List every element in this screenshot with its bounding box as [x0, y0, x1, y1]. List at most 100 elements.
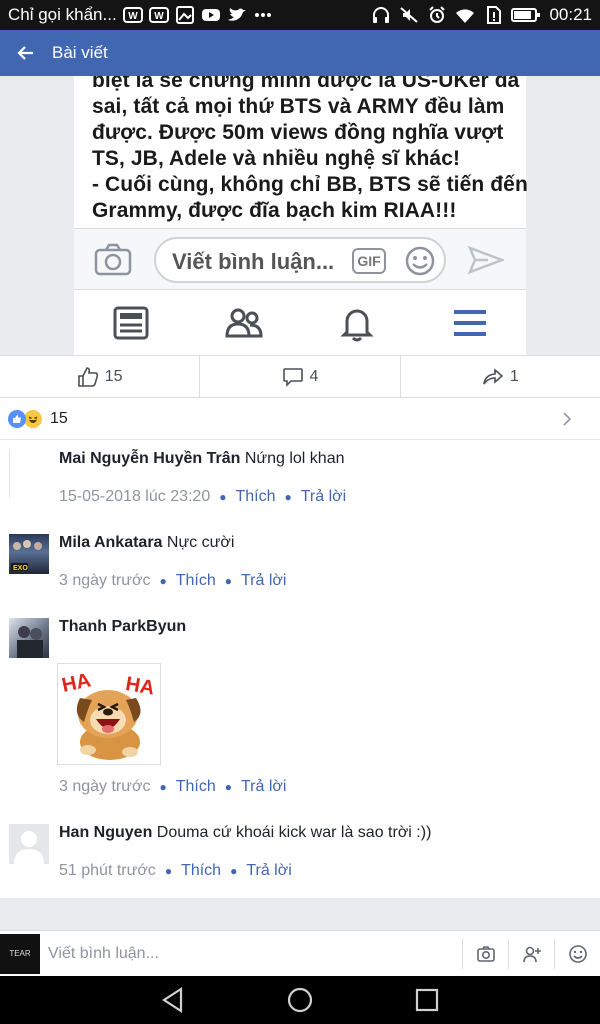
like-link[interactable]: Thích	[235, 488, 275, 505]
share-count: 1	[509, 367, 519, 385]
comment-item: EXO Mila Ankatara Nực cười 3 ngày trước ●…	[0, 524, 600, 608]
comment-meta: 3 ngày trước ● Thích ● Trả lời	[59, 778, 286, 796]
comment-text: Han Nguyen Douma cứ khoái kick war là sa…	[59, 823, 590, 843]
back-arrow-icon[interactable]	[0, 30, 52, 76]
youtube-icon	[201, 6, 221, 24]
screenshot-line: TS, JB, Adele và nhiều nghệ sĩ khác!	[92, 147, 461, 170]
comment-message: Douma cứ khoái kick war là sao trời :))	[156, 824, 432, 841]
send-icon	[468, 245, 504, 275]
chevron-right-icon	[563, 411, 572, 426]
share-arrow-icon	[483, 367, 504, 384]
page-title: Bài viết	[52, 43, 108, 62]
embedded-screenshot: biệt là sẽ chứng minh được là US-UKer đã…	[74, 76, 528, 355]
reaction-count: 15	[50, 409, 68, 427]
avatar[interactable]	[9, 824, 49, 864]
comment-input[interactable]: Viết bình luận...	[48, 945, 462, 963]
mute-icon	[399, 6, 419, 24]
avatar[interactable]	[9, 450, 49, 498]
reply-link[interactable]: Trả lời	[246, 862, 291, 879]
home-circle-icon[interactable]	[286, 986, 314, 1014]
camera-button[interactable]	[462, 938, 508, 969]
like-button[interactable]: 15	[0, 356, 201, 397]
separator-dot: ●	[219, 490, 227, 504]
like-count: 15	[104, 367, 123, 385]
back-triangle-icon[interactable]	[159, 986, 187, 1014]
camera-icon	[94, 243, 132, 276]
like-reaction-icon	[8, 409, 26, 428]
comment-message: Nực cười	[166, 534, 235, 551]
comment-count: 4	[309, 367, 319, 385]
svg-text:HA: HA	[60, 669, 93, 697]
comment-time: 15-05-2018 lúc 23:20	[59, 488, 211, 505]
commenter-name[interactable]: Mila Ankatara	[59, 534, 162, 551]
commenter-name[interactable]: Han Nguyen	[59, 824, 152, 841]
reply-link[interactable]: Trả lời	[301, 488, 346, 505]
share-button[interactable]: 1	[401, 356, 600, 397]
screenshot-line: - Cuối cùng, không chỉ BB, BTS sẽ tiến đ…	[92, 173, 528, 196]
screenshot-line: biệt là sẽ chứng minh được là US-UKer đã	[92, 76, 520, 92]
avatar-text: TEAR	[9, 949, 31, 958]
screenshot-line: được. Được 50m views đồng nghĩa vượt	[92, 121, 504, 144]
comment-text: Mila Ankatara Nực cười	[59, 533, 590, 553]
comment-meta: 15-05-2018 lúc 23:20 ● Thích ● Trả lời	[59, 488, 346, 506]
comment-text: Mai Nguyễn Huyền Trân Nứng lol khan	[59, 449, 590, 469]
recents-square-icon[interactable]	[413, 986, 441, 1014]
svg-text:HA: HA	[124, 673, 156, 700]
separator-dot: ●	[224, 780, 232, 794]
separator-dot: ●	[159, 574, 167, 588]
haha-dog-sticker[interactable]: HA HA	[57, 663, 161, 765]
reaction-icons	[8, 409, 42, 428]
add-person-icon	[522, 946, 541, 962]
commenter-name[interactable]: Thanh ParkByun	[59, 618, 186, 635]
status-bar: Chỉ gọi khẩn... W W 00:21	[0, 0, 600, 30]
like-link[interactable]: Thích	[176, 778, 216, 795]
like-link[interactable]: Thích	[181, 862, 221, 879]
bell-icon	[339, 309, 374, 342]
avatar[interactable]: EXO	[9, 534, 49, 574]
svg-text:W: W	[154, 11, 164, 22]
comment-button[interactable]: 4	[200, 356, 401, 397]
comment-meta: 3 ngày trước ● Thích ● Trả lời	[59, 572, 286, 590]
screenshot-line: Grammy, được đĩa bạch kim RIAA!!!	[92, 199, 457, 222]
headphones-icon	[371, 6, 391, 24]
image-icon	[175, 6, 195, 24]
twitter-icon	[227, 6, 247, 24]
svg-text:EXO: EXO	[13, 565, 28, 572]
post-action-bar: 15 4 1	[0, 356, 600, 398]
tag-friend-button[interactable]	[508, 938, 554, 969]
sim-alert-icon	[483, 6, 503, 24]
comment-item: Mai Nguyễn Huyền Trân Nứng lol khan 15-0…	[0, 440, 600, 524]
screenshot-text: biệt là sẽ chứng minh được là US-UKer đã…	[92, 76, 528, 224]
separator-dot: ●	[284, 490, 292, 504]
screenshot-comment-bar: Viết bình luận... GIF	[74, 228, 526, 290]
post-image[interactable]: biệt là sẽ chứng minh được là US-UKer đã…	[0, 76, 600, 356]
avatar[interactable]	[9, 618, 49, 658]
camera-icon	[476, 945, 495, 962]
app-header: Bài viết	[0, 30, 600, 76]
reactions-row[interactable]: 15	[0, 398, 600, 440]
reply-link[interactable]: Trả lời	[241, 572, 286, 589]
battery-icon	[511, 6, 541, 24]
separator-dot: ●	[159, 780, 167, 794]
notification-icon: W	[148, 6, 169, 24]
more-icon	[253, 6, 273, 24]
thumbs-up-icon	[77, 366, 98, 387]
screenshot-comment-pill: Viết bình luận... GIF	[154, 237, 446, 283]
my-avatar[interactable]: TEAR	[0, 933, 40, 974]
commenter-name[interactable]: Mai Nguyễn Huyền Trân	[59, 450, 240, 467]
like-link[interactable]: Thích	[176, 572, 216, 589]
reply-link[interactable]: Trả lời	[241, 778, 286, 795]
comment-message: Nứng lol khan	[244, 450, 345, 467]
friends-icon	[224, 308, 263, 338]
comment-composer: TEAR Viết bình luận...	[0, 930, 600, 976]
clock: 00:21	[549, 5, 592, 24]
screenshot-placeholder: Viết bình luận...	[172, 249, 335, 274]
emoji-button[interactable]	[554, 938, 600, 969]
notification-icon: W	[122, 6, 143, 24]
system-nav-bar	[0, 976, 600, 1024]
comment-meta: 51 phút trước ● Thích ● Trả lời	[59, 862, 292, 880]
comment-time: 3 ngày trước	[59, 778, 151, 795]
alarm-icon	[427, 6, 447, 24]
divider-band	[0, 898, 600, 930]
gif-icon: GIF	[352, 248, 386, 274]
